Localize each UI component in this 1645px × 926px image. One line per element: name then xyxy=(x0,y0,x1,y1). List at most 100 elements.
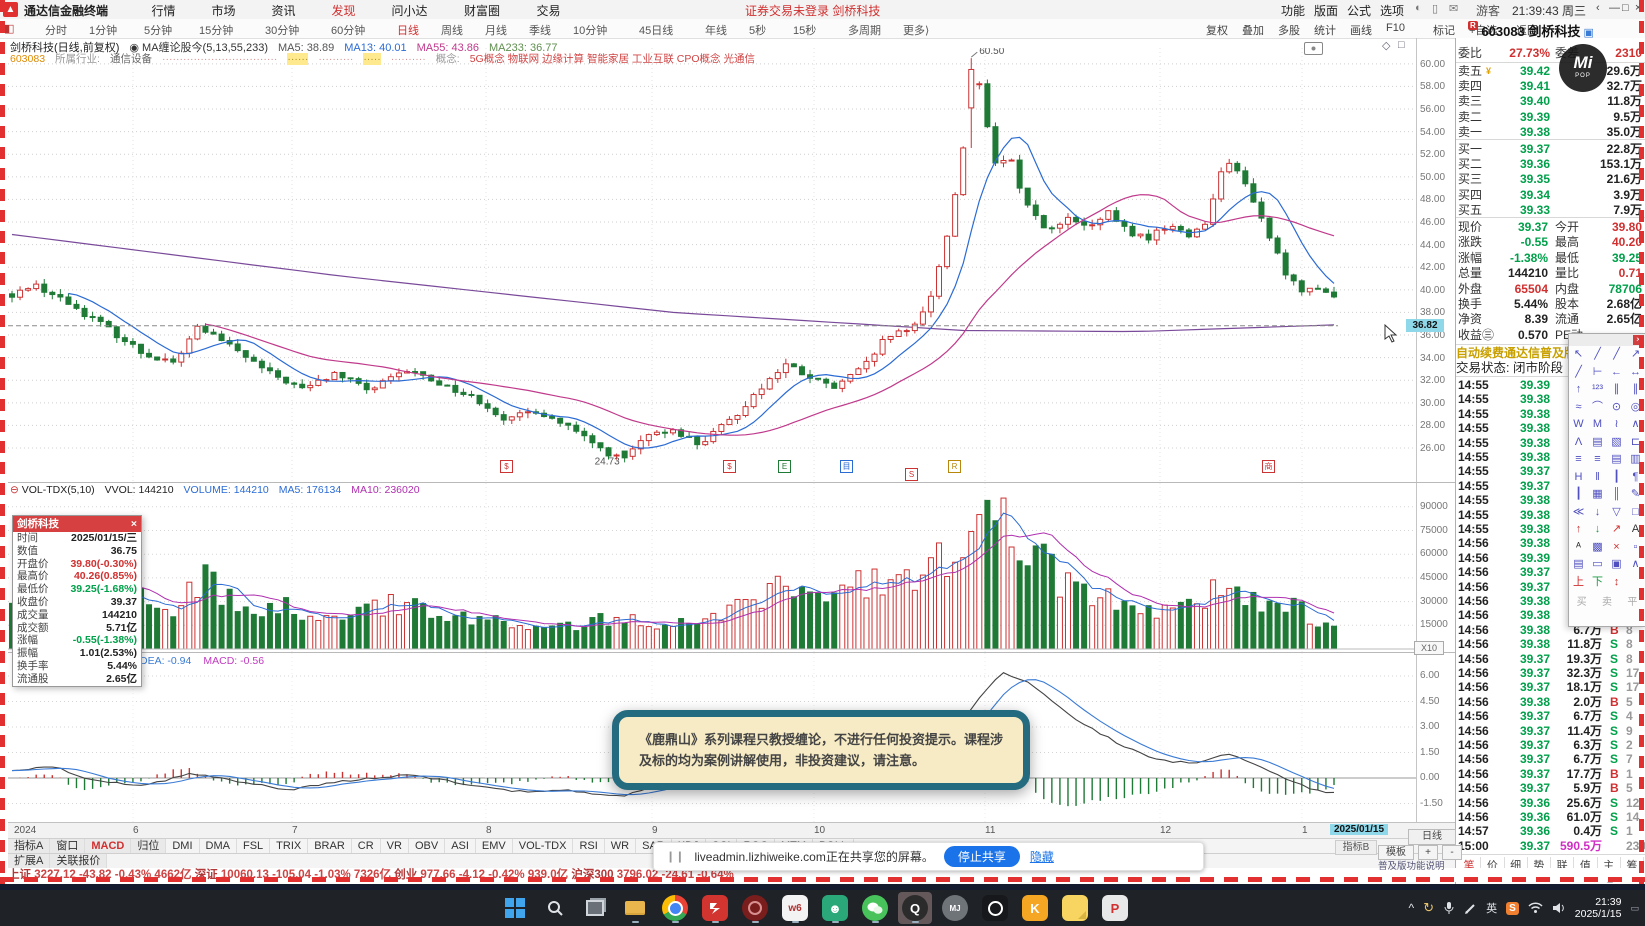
menu-item-0[interactable]: 通达信金融终端 xyxy=(24,2,108,19)
menu-item-6[interactable]: 财富圈 xyxy=(464,2,500,19)
palette-footer-卖[interactable]: 卖 xyxy=(1602,593,1612,608)
draw-tool-icon-6-2[interactable]: ▤ xyxy=(1607,451,1626,469)
draw-tool-icon-4-0[interactable]: W xyxy=(1569,416,1588,434)
tool-F10[interactable]: F10 xyxy=(1386,22,1405,34)
edition-note[interactable]: 普及版功能说明 xyxy=(1378,860,1456,873)
indicator-RSI[interactable]: RSI xyxy=(573,839,605,854)
event-marker-E[interactable]: E xyxy=(778,460,791,473)
user-label[interactable]: 游客 xyxy=(1476,2,1500,19)
draw-tool-icon-3-2[interactable]: ⊙ xyxy=(1607,399,1626,417)
period-10分钟[interactable]: 10分钟 xyxy=(573,22,607,38)
camera-icon[interactable] xyxy=(1304,42,1323,55)
period-15分钟[interactable]: 15分钟 xyxy=(199,22,233,38)
period-30分钟[interactable]: 30分钟 xyxy=(265,22,299,38)
draw-tool-icon-13-2[interactable]: ↕ xyxy=(1607,574,1626,592)
period-box[interactable]: 日线 xyxy=(1408,829,1456,845)
tool-画线[interactable]: 画线 xyxy=(1350,22,1372,38)
menu-right-3[interactable]: 选项 xyxy=(1380,2,1404,19)
menu-item-7[interactable]: 交易 xyxy=(537,2,561,19)
pdf-app-icon[interactable]: P xyxy=(1098,892,1132,924)
menu-item-3[interactable]: 资讯 xyxy=(272,2,296,19)
draw-tool-icon-7-1[interactable]: ‖ xyxy=(1588,469,1607,487)
draw-tool-icon-13-1[interactable]: 下 xyxy=(1588,574,1607,592)
period-15秒[interactable]: 15秒 xyxy=(793,22,816,38)
draw-tool-icon-9-1[interactable]: ↓ xyxy=(1588,504,1607,522)
indicator-TRIX[interactable]: TRIX xyxy=(270,839,309,854)
template-button[interactable]: 模板 xyxy=(1378,845,1414,860)
tool-复权[interactable]: 复权 xyxy=(1206,22,1228,38)
draw-tool-icon-1-0[interactable]: ╱ xyxy=(1569,364,1588,382)
overlay-icon[interactable]: □ xyxy=(1398,39,1405,51)
draw-tool-icon-5-0[interactable]: Λ xyxy=(1569,434,1588,452)
draw-tool-icon-11-1[interactable]: ▩ xyxy=(1588,539,1607,557)
red-circle-app-icon[interactable] xyxy=(738,892,772,924)
event-marker-$[interactable]: $ xyxy=(500,460,513,473)
pen-icon[interactable] xyxy=(1464,902,1477,915)
green-chat-app-icon[interactable]: ☻ xyxy=(818,892,852,924)
panel-switch-icon[interactable]: ▣ xyxy=(1580,27,1593,39)
event-marker-商[interactable]: 商 xyxy=(1262,460,1275,473)
volume-pane[interactable] xyxy=(8,482,1455,653)
draw-tool-icon-6-0[interactable]: ≡ xyxy=(1569,451,1588,469)
draw-tool-icon-6-1[interactable]: ≡ xyxy=(1588,451,1607,469)
draw-tool-icon-10-0[interactable]: ↑ xyxy=(1569,521,1588,539)
indicator-WR[interactable]: WR xyxy=(605,839,637,854)
indicator-CR[interactable]: CR xyxy=(352,839,381,854)
draw-tool-icon-7-2[interactable]: ┃ xyxy=(1607,469,1626,487)
indicator-扩展A[interactable]: 扩展A xyxy=(8,854,51,869)
draw-tool-icon-2-1[interactable]: ¹²³ xyxy=(1588,381,1607,399)
zoom-out-button[interactable]: - xyxy=(1442,845,1462,860)
period-45日线[interactable]: 45日线 xyxy=(639,22,673,38)
draw-tool-icon-4-2[interactable]: ≀ xyxy=(1607,416,1626,434)
period-周线[interactable]: 周线 xyxy=(441,22,463,38)
popup-close-icon[interactable]: × xyxy=(131,516,137,532)
chrome-icon[interactable] xyxy=(658,892,692,924)
indicator-BRAR[interactable]: BRAR xyxy=(308,839,352,854)
menu-item-2[interactable]: 市场 xyxy=(212,2,236,19)
period-月线[interactable]: 月线 xyxy=(485,22,507,38)
nav-back-icon[interactable]: ‹ xyxy=(1596,2,1600,14)
indicator-ASI[interactable]: ASI xyxy=(445,839,476,854)
indicator-VR[interactable]: VR xyxy=(381,839,409,854)
menu-right-2[interactable]: 公式 xyxy=(1347,2,1371,19)
draw-tool-icon-10-1[interactable]: ↓ xyxy=(1588,521,1607,539)
popup-title-bar[interactable]: 剑桥科技 × xyxy=(13,516,141,532)
tdx-app-icon[interactable] xyxy=(698,892,732,924)
wifi-icon[interactable] xyxy=(1528,902,1543,914)
draw-tool-icon-13-0[interactable]: 上 xyxy=(1569,574,1588,592)
palette-footer-买[interactable]: 买 xyxy=(1577,593,1587,608)
draw-tool-icon-3-0[interactable]: ≈ xyxy=(1569,399,1588,417)
event-marker-目[interactable]: 目 xyxy=(840,460,853,473)
draw-tool-icon-5-1[interactable]: ▤ xyxy=(1588,434,1607,452)
search-icon[interactable] xyxy=(538,892,572,924)
mi-app-icon[interactable]: MJ xyxy=(938,892,972,924)
tool-标记[interactable]: 标记 xyxy=(1433,22,1455,38)
draw-tool-icon-10-2[interactable]: ↗ xyxy=(1607,521,1626,539)
palette-header[interactable]: × xyxy=(1569,334,1645,346)
event-marker-S[interactable]: S xyxy=(905,468,918,481)
period-日线[interactable]: 日线 xyxy=(397,22,419,38)
indicator-关联报价[interactable]: 关联报价 xyxy=(50,854,108,869)
event-marker-R[interactable]: R xyxy=(948,460,961,473)
wechat-icon[interactable] xyxy=(858,892,892,924)
draw-tool-icon-8-0[interactable]: ┃ xyxy=(1569,486,1588,504)
period-季线[interactable]: 季线 xyxy=(529,22,551,38)
indicator-EMV[interactable]: EMV xyxy=(476,839,513,854)
event-marker-$[interactable]: $ xyxy=(723,460,736,473)
indicator-FSL[interactable]: FSL xyxy=(237,839,271,854)
tool-多股[interactable]: 多股 xyxy=(1278,22,1300,38)
indicator-DMI[interactable]: DMI xyxy=(166,839,200,854)
phone-icon[interactable]: ▯ xyxy=(1432,2,1438,15)
draw-tool-icon-0-2[interactable]: ╱ xyxy=(1607,346,1626,364)
stop-sharing-button[interactable]: 停止共享 xyxy=(943,846,1020,867)
indicator-MACD[interactable]: MACD xyxy=(85,839,132,854)
draw-tool-icon-3-1[interactable]: ⌒ xyxy=(1588,399,1607,417)
sogou-input-icon[interactable]: S xyxy=(1506,901,1519,915)
period-更多⟩[interactable]: 更多⟩ xyxy=(903,22,929,38)
indicator-b-box[interactable]: 指标B xyxy=(1335,840,1377,855)
pause-icon[interactable]: ❙❙ xyxy=(666,850,684,863)
indicator-VOL-TDX[interactable]: VOL-TDX xyxy=(513,839,574,854)
draw-tool-icon-1-2[interactable]: ← xyxy=(1607,364,1626,382)
windows-start-icon[interactable] xyxy=(498,892,532,924)
hide-link[interactable]: 隐藏 xyxy=(1030,848,1054,865)
